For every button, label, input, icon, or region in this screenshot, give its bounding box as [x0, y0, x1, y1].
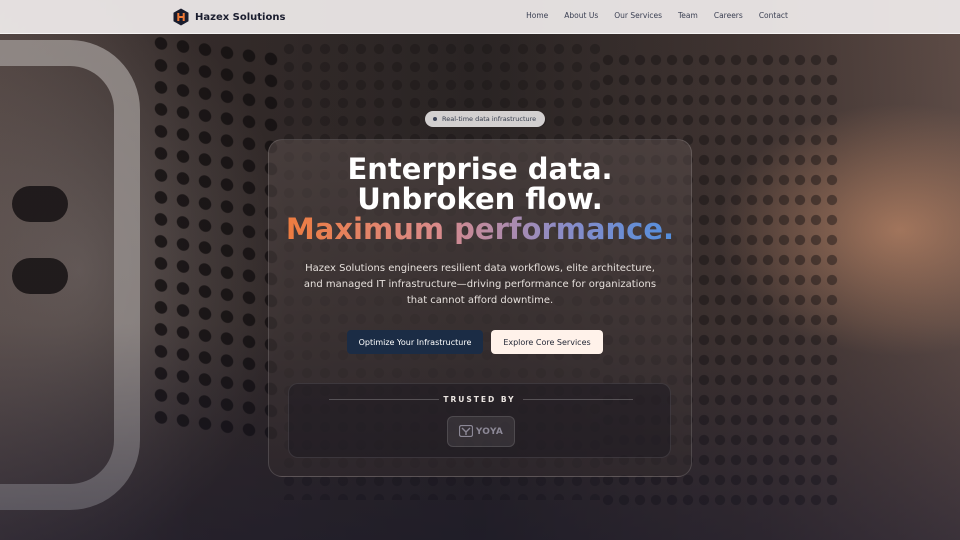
headline-line-2: Unbroken flow. — [357, 182, 603, 216]
nav-link-team[interactable]: Team — [678, 11, 698, 20]
partner-name: YOYA — [475, 426, 504, 437]
nav-link-careers[interactable]: Careers — [714, 11, 743, 20]
hero-badge-label: Real-time data infrastructure — [442, 115, 537, 123]
nav-link-home[interactable]: Home — [526, 11, 548, 20]
nav-link-our-services[interactable]: Our Services — [614, 11, 662, 20]
headline-line-3: Maximum performance. — [268, 214, 692, 244]
hexagon-h-logo-icon — [173, 8, 189, 26]
trusted-by-section: TRUSTED BY YOYA — [288, 383, 671, 458]
status-dot-icon — [433, 117, 437, 121]
nav-link-contact[interactable]: Contact — [759, 11, 788, 20]
brand[interactable]: Hazex Solutions — [173, 8, 285, 26]
brand-name: Hazex Solutions — [195, 11, 286, 23]
optimize-infrastructure-button[interactable]: Optimize Your Infrastructure — [347, 330, 483, 354]
hero-headline: Enterprise data. Unbroken flow. Maximum … — [268, 154, 692, 244]
hero-subtext: Hazex Solutions engineers resilient data… — [303, 263, 657, 306]
nav-links: Home About Us Our Services Team Careers … — [526, 11, 788, 20]
partner-logo-yoya[interactable]: YOYA — [447, 416, 515, 447]
yoya-logo-icon — [458, 422, 473, 441]
headline-line-1: Enterprise data. — [347, 152, 613, 186]
explore-core-services-button[interactable]: Explore Core Services — [491, 330, 603, 354]
navbar: Hazex Solutions Home About Us Our Servic… — [0, 0, 960, 34]
divider-right — [523, 399, 633, 400]
nav-link-about-us[interactable]: About Us — [564, 11, 598, 20]
hero-badge: Real-time data infrastructure — [425, 111, 546, 127]
